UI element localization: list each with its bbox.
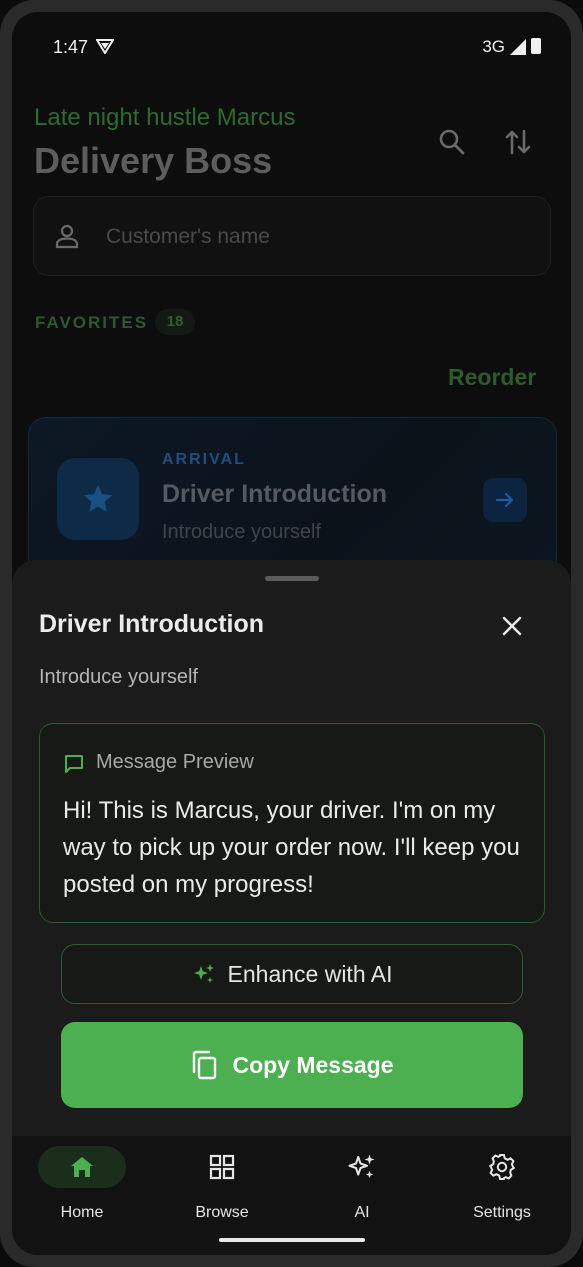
customer-name-field[interactable]	[33, 196, 551, 276]
nav-settings-label: Settings	[473, 1204, 531, 1221]
chat-bubble-icon	[65, 755, 83, 773]
screen: 1:47 3G Late night hustle Marcus Deliver…	[12, 12, 571, 1255]
search-button[interactable]	[432, 122, 472, 162]
nav-browse-label: Browse	[195, 1204, 249, 1221]
favorites-label: FAVORITES	[35, 313, 149, 332]
copy-message-label: Copy Message	[232, 1051, 394, 1078]
nav-ai-label: AI	[354, 1204, 370, 1221]
copy-icon	[193, 1050, 217, 1080]
page-title: Delivery Boss	[34, 140, 273, 181]
gear-icon	[489, 1154, 515, 1180]
nav-browse-indicator	[178, 1146, 266, 1188]
copy-message-button[interactable]: Copy Message	[61, 1022, 523, 1108]
person-icon	[55, 224, 79, 249]
preview-text: Hi! This is Marcus, your driver. I'm on …	[63, 797, 520, 898]
signal-icon	[510, 39, 526, 55]
favorites-count-badge: 18	[155, 309, 195, 335]
sheet-title: Driver Introduction	[39, 610, 265, 638]
card-category: ARRIVAL	[162, 451, 246, 468]
nav-home[interactable]: Home	[22, 1146, 142, 1226]
swap-vert-icon	[505, 129, 531, 155]
enhance-ai-button[interactable]: Enhance with AI	[61, 944, 523, 1004]
bottom-sheet: Driver Introduction Introduce yourself M…	[12, 560, 571, 1160]
nav-settings[interactable]: Settings	[442, 1146, 562, 1226]
search-icon	[439, 129, 465, 155]
star-icon	[83, 484, 113, 512]
nav-home-indicator	[38, 1146, 126, 1188]
card-title: Driver Introduction	[162, 480, 388, 508]
phone-frame: 1:47 3G Late night hustle Marcus Deliver…	[0, 0, 583, 1267]
card-subtitle: Introduce yourself	[162, 521, 321, 543]
enhance-ai-label: Enhance with AI	[227, 960, 393, 987]
message-preview: Message Preview Hi! This is Marcus, your…	[39, 723, 545, 923]
sheet-drag-handle[interactable]	[265, 576, 319, 581]
close-icon	[502, 616, 522, 636]
reorder-mode-button[interactable]	[498, 122, 538, 162]
nav-browse[interactable]: Browse	[162, 1146, 282, 1226]
status-bar: 1:47 3G	[12, 12, 571, 82]
nav-settings-indicator	[458, 1146, 546, 1188]
header-subtitle: Late night hustle Marcus	[34, 104, 296, 131]
reorder-button[interactable]: Reorder	[448, 364, 536, 391]
customer-name-input[interactable]	[104, 217, 528, 257]
nav-home-label: Home	[60, 1204, 104, 1221]
close-button[interactable]	[496, 610, 528, 642]
nav-ai-indicator	[318, 1146, 406, 1188]
card-open-button[interactable]	[483, 478, 527, 522]
grid-icon	[209, 1154, 235, 1180]
arrow-right-icon	[495, 492, 514, 508]
vpn-icon	[96, 39, 114, 54]
card-icon-box	[57, 458, 139, 540]
sheet-description: Introduce yourself	[39, 666, 198, 688]
sparkle-icon	[193, 964, 214, 983]
gesture-bar[interactable]	[219, 1238, 365, 1242]
battery-icon	[531, 38, 541, 54]
sparkle-icon	[348, 1154, 375, 1179]
nav-ai[interactable]: AI	[302, 1146, 422, 1226]
network-type: 3G	[482, 37, 505, 56]
preview-heading: Message Preview	[96, 751, 254, 773]
status-time: 1:47	[53, 37, 89, 57]
home-icon	[71, 1157, 93, 1177]
